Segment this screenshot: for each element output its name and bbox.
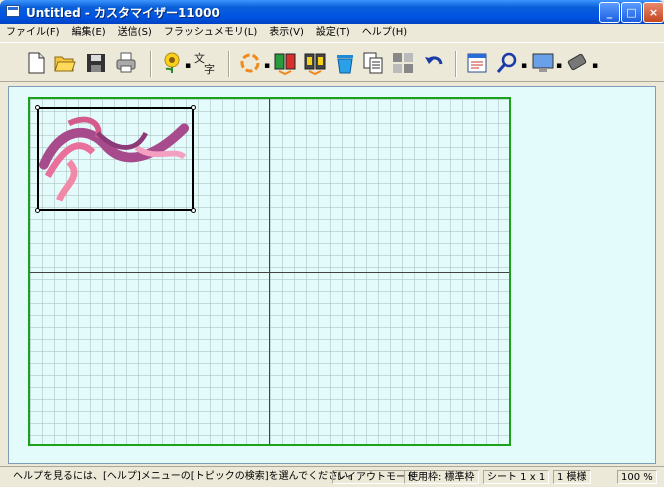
status-help-text: ヘルプを見るには、[ヘルプ]メニューの[トピックの検索]を選んでください。 — [13, 471, 359, 482]
trash-icon[interactable] — [333, 51, 357, 75]
resize-handle[interactable] — [191, 105, 196, 110]
minimize-button[interactable]: _ — [599, 2, 620, 23]
resize-handle[interactable] — [191, 208, 196, 213]
layout-workspace[interactable] — [8, 86, 656, 464]
menu-help[interactable]: ヘルプ(H) — [356, 24, 413, 40]
copy-icon[interactable] — [361, 51, 385, 75]
menu-send[interactable]: 送信(S) — [112, 24, 158, 40]
title-bar: Untitled - カスタマイザー11000 _ □ × — [0, 0, 664, 24]
rotate-icon[interactable] — [238, 51, 262, 75]
menu-bar: ファイル(F) 編集(E) 送信(S) フラッシュメモリ(L) 表示(V) 設定(T) ヘル… — [0, 24, 664, 42]
menu-flash-memory[interactable]: フラッシュメモリ(L) — [158, 24, 263, 40]
close-button[interactable]: × — [643, 2, 664, 23]
menu-file[interactable]: ファイル(F) — [0, 24, 66, 40]
text-icon[interactable]: 文字 — [193, 51, 217, 76]
save-disk-icon[interactable] — [84, 51, 108, 75]
menu-edit[interactable]: 編集(E) — [66, 24, 112, 40]
sheet-divider-horizontal — [30, 272, 509, 273]
print-icon[interactable] — [114, 51, 138, 75]
toolbar-separator — [455, 51, 457, 77]
chevron-down-icon[interactable]: ▪ — [521, 61, 527, 71]
chevron-down-icon[interactable]: ▪ — [264, 61, 270, 71]
toolbar: ▪ 文字 ▪ ▪ ▪ ▪ — [0, 42, 664, 82]
status-frame: 使用枠: 標準枠 — [404, 470, 479, 484]
toolbar-separator — [150, 51, 152, 77]
embroidery-sheet[interactable] — [28, 97, 511, 446]
resize-handle[interactable] — [35, 105, 40, 110]
embroidery-flower-icon[interactable] — [160, 51, 184, 75]
properties-icon[interactable] — [465, 51, 489, 75]
monitor-icon[interactable] — [531, 51, 555, 75]
status-pattern-count: 1 模様 — [553, 470, 591, 484]
split-color-icon[interactable] — [303, 51, 327, 76]
transfer-icon[interactable] — [566, 51, 590, 75]
chevron-down-icon[interactable]: ▪ — [185, 61, 191, 71]
zoom-icon[interactable] — [495, 51, 519, 75]
open-folder-icon[interactable] — [53, 51, 77, 75]
status-bar: ヘルプを見るには、[ヘルプ]メニューの[トピックの検索]を選んでください。 レイ… — [0, 466, 664, 487]
resize-handle[interactable] — [35, 208, 40, 213]
grid-layout-icon[interactable] — [391, 51, 415, 75]
toolbar-separator — [228, 51, 230, 77]
ribbon-embroidery-pattern[interactable] — [35, 105, 196, 213]
undo-icon[interactable] — [422, 51, 446, 75]
chevron-down-icon[interactable]: ▪ — [556, 61, 562, 71]
svg-text:字: 字 — [204, 62, 215, 75]
new-file-icon[interactable] — [24, 51, 48, 75]
color-sort-icon[interactable] — [273, 51, 297, 76]
app-icon[interactable] — [6, 5, 20, 17]
window-title: Untitled - カスタマイザー11000 — [26, 6, 220, 20]
menu-view[interactable]: 表示(V) — [263, 24, 310, 40]
menu-settings[interactable]: 設定(T) — [310, 24, 356, 40]
maximize-button[interactable]: □ — [621, 2, 642, 23]
status-sheet: シート 1 x 1 — [483, 470, 550, 484]
chevron-down-icon[interactable]: ▪ — [592, 61, 598, 71]
status-zoom: 100 % — [617, 470, 657, 484]
